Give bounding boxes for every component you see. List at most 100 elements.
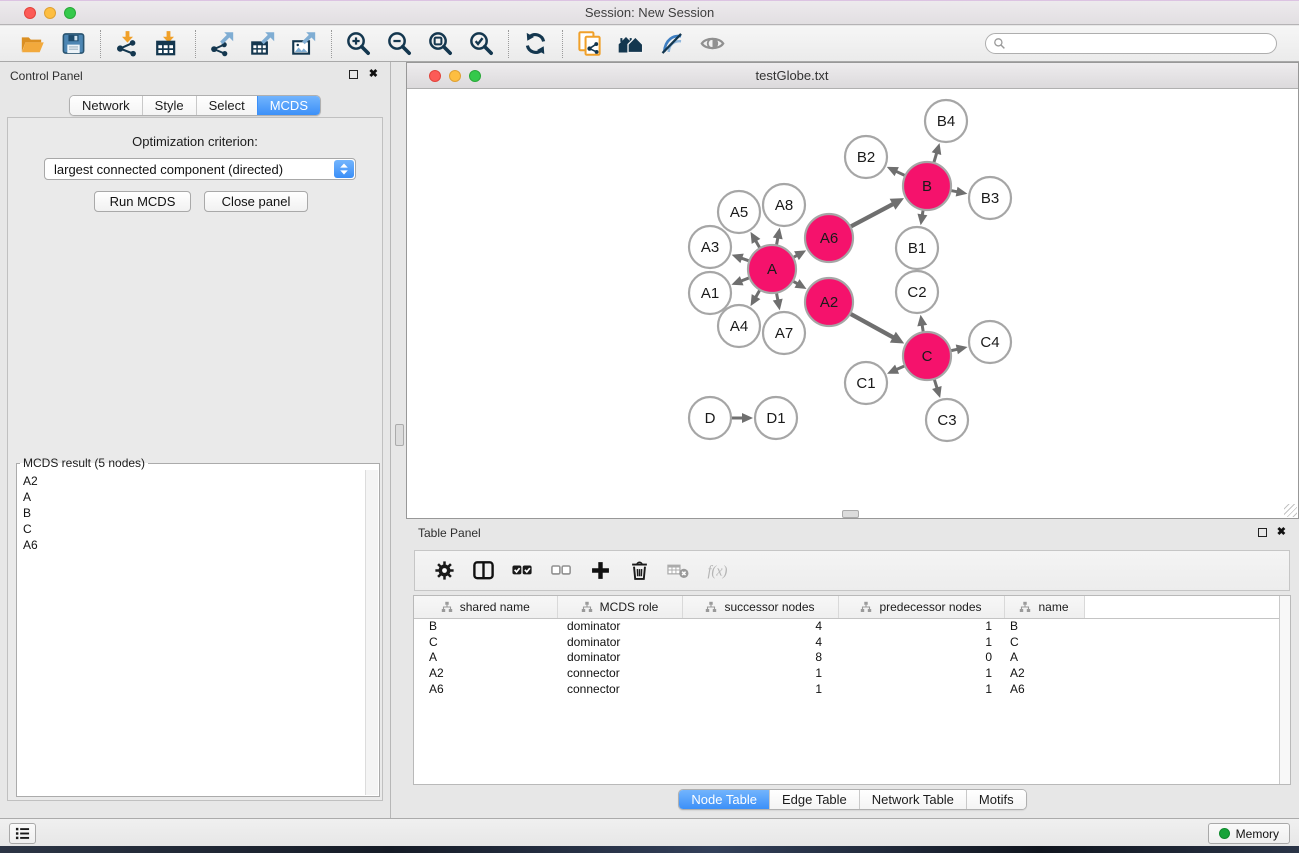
graph-edge-A-A3[interactable] <box>732 254 751 263</box>
close-panel-icon[interactable]: ✖ <box>369 67 378 81</box>
table-cell[interactable]: 1 <box>838 634 1004 650</box>
delete-table-button[interactable] <box>667 559 690 582</box>
minimize-network-window-button[interactable] <box>449 70 461 82</box>
table-cell[interactable]: 1 <box>838 681 1004 697</box>
float-panel-icon[interactable] <box>349 70 358 79</box>
graph-edge-B-B2[interactable] <box>887 167 906 176</box>
save-session-button[interactable] <box>53 28 94 60</box>
graph-node-C1[interactable]: C1 <box>845 362 887 404</box>
graph-edge-A-A7[interactable] <box>773 292 783 311</box>
table-cell[interactable]: C <box>414 634 557 650</box>
window-resize-handle[interactable] <box>1284 504 1297 517</box>
graph-edge-C-C3[interactable] <box>932 378 942 398</box>
table-row[interactable]: A2connector11A2 <box>414 665 1290 681</box>
table-cell[interactable]: A2 <box>414 665 557 681</box>
graph-node-A5[interactable]: A5 <box>718 191 760 233</box>
table-tab-motifs[interactable]: Motifs <box>966 790 1026 809</box>
function-builder-button[interactable]: f(x) <box>706 559 729 582</box>
graph-node-A7[interactable]: A7 <box>763 312 805 354</box>
graph-edge-A-A1[interactable] <box>731 276 750 285</box>
export-network-button[interactable] <box>202 28 243 60</box>
column-header-shared-name[interactable]: shared name <box>414 596 557 618</box>
graph-edge-C-C4[interactable] <box>949 344 967 354</box>
maximize-network-window-button[interactable] <box>469 70 481 82</box>
table-cell[interactable]: B <box>1004 618 1084 634</box>
table-row[interactable]: Cdominator41C <box>414 634 1290 650</box>
table-cell[interactable]: A <box>1004 649 1084 665</box>
search-input[interactable] <box>1006 36 1276 51</box>
table-cell[interactable]: A6 <box>1004 681 1084 697</box>
table-tab-network-table[interactable]: Network Table <box>859 790 966 809</box>
close-table-panel-icon[interactable]: ✖ <box>1277 525 1286 539</box>
export-image-button[interactable] <box>284 28 325 60</box>
table-cell[interactable]: connector <box>557 681 682 697</box>
column-header-successor-nodes[interactable]: successor nodes <box>682 596 838 618</box>
scrollbar-track[interactable] <box>365 470 378 795</box>
mcds-result-item[interactable]: C <box>23 521 364 537</box>
graph-node-A6[interactable]: A6 <box>805 214 853 262</box>
graph-node-A3[interactable]: A3 <box>689 226 731 268</box>
zoom-out-button[interactable] <box>379 28 420 60</box>
graph-edge-B-B4[interactable] <box>932 143 942 164</box>
mcds-result-item[interactable]: A6 <box>23 537 364 553</box>
table-cell[interactable]: 1 <box>682 681 838 697</box>
delete-column-button[interactable] <box>628 559 651 582</box>
table-cell[interactable]: A <box>414 649 557 665</box>
network-canvas[interactable]: B4B2BB3A8A5A6A3B1AC2A1A2A4A7C4CC1C3DD1 <box>407 90 1298 518</box>
column-header-name[interactable]: name <box>1004 596 1084 618</box>
graph-node-C4[interactable]: C4 <box>969 321 1011 363</box>
criterion-dropdown[interactable]: largest connected component (directed) <box>44 158 356 180</box>
graph-node-B4[interactable]: B4 <box>925 100 967 142</box>
task-history-button[interactable] <box>9 823 36 844</box>
table-cell[interactable]: 8 <box>682 649 838 665</box>
select-all-columns-button[interactable] <box>511 559 534 582</box>
refresh-layout-button[interactable] <box>515 28 556 60</box>
table-cell[interactable]: 4 <box>682 634 838 650</box>
graph-edge-B-B1[interactable] <box>917 209 927 226</box>
table-cell[interactable]: 1 <box>838 665 1004 681</box>
export-table-button[interactable] <box>243 28 284 60</box>
table-cell[interactable]: dominator <box>557 649 682 665</box>
close-panel-button[interactable]: Close panel <box>204 191 308 212</box>
graph-node-C3[interactable]: C3 <box>926 399 968 441</box>
graph-node-A[interactable]: A <box>748 245 796 293</box>
mcds-result-item[interactable]: B <box>23 505 364 521</box>
graph-node-A2[interactable]: A2 <box>805 278 853 326</box>
table-row[interactable]: A6connector11A6 <box>414 681 1290 697</box>
graph-edge-A-A8[interactable] <box>773 228 783 247</box>
table-cell[interactable]: dominator <box>557 634 682 650</box>
graph-node-A1[interactable]: A1 <box>689 272 731 314</box>
gear-button[interactable] <box>433 559 456 582</box>
mcds-result-item[interactable]: A <box>23 489 364 505</box>
float-table-panel-icon[interactable] <box>1258 528 1267 537</box>
open-session-button[interactable] <box>12 28 53 60</box>
table-cell[interactable]: A2 <box>1004 665 1084 681</box>
table-cell[interactable]: 4 <box>682 618 838 634</box>
hide-selected-button[interactable] <box>692 28 733 60</box>
graph-node-B2[interactable]: B2 <box>845 136 887 178</box>
import-network-button[interactable] <box>107 28 148 60</box>
graph-node-B1[interactable]: B1 <box>896 227 938 269</box>
table-cell[interactable]: C <box>1004 634 1084 650</box>
graph-node-D1[interactable]: D1 <box>755 397 797 439</box>
first-neighbors-button[interactable] <box>610 28 651 60</box>
clone-network-button[interactable] <box>569 28 610 60</box>
horizontal-splitter-grip[interactable] <box>842 510 859 518</box>
table-cell[interactable]: dominator <box>557 618 682 634</box>
vertical-splitter-grip[interactable] <box>395 424 404 446</box>
show-graphics-details-button[interactable] <box>651 28 692 60</box>
close-network-window-button[interactable] <box>429 70 441 82</box>
deselect-all-columns-button[interactable] <box>550 559 573 582</box>
graph-edge-C-C1[interactable] <box>887 365 906 374</box>
graph-edge-A-A4[interactable] <box>751 289 761 306</box>
zoom-selected-button[interactable] <box>461 28 502 60</box>
split-columns-button[interactable] <box>472 559 495 582</box>
graph-edge-A6-B[interactable] <box>849 198 904 227</box>
memory-button[interactable]: Memory <box>1208 823 1290 844</box>
table-tab-edge-table[interactable]: Edge Table <box>769 790 859 809</box>
column-header-predecessor-nodes[interactable]: predecessor nodes <box>838 596 1004 618</box>
graph-edge-B-B3[interactable] <box>950 187 968 197</box>
graph-edge-C-C2[interactable] <box>917 315 927 334</box>
table-row[interactable]: Bdominator41B <box>414 618 1290 634</box>
tab-select[interactable]: Select <box>196 96 257 115</box>
